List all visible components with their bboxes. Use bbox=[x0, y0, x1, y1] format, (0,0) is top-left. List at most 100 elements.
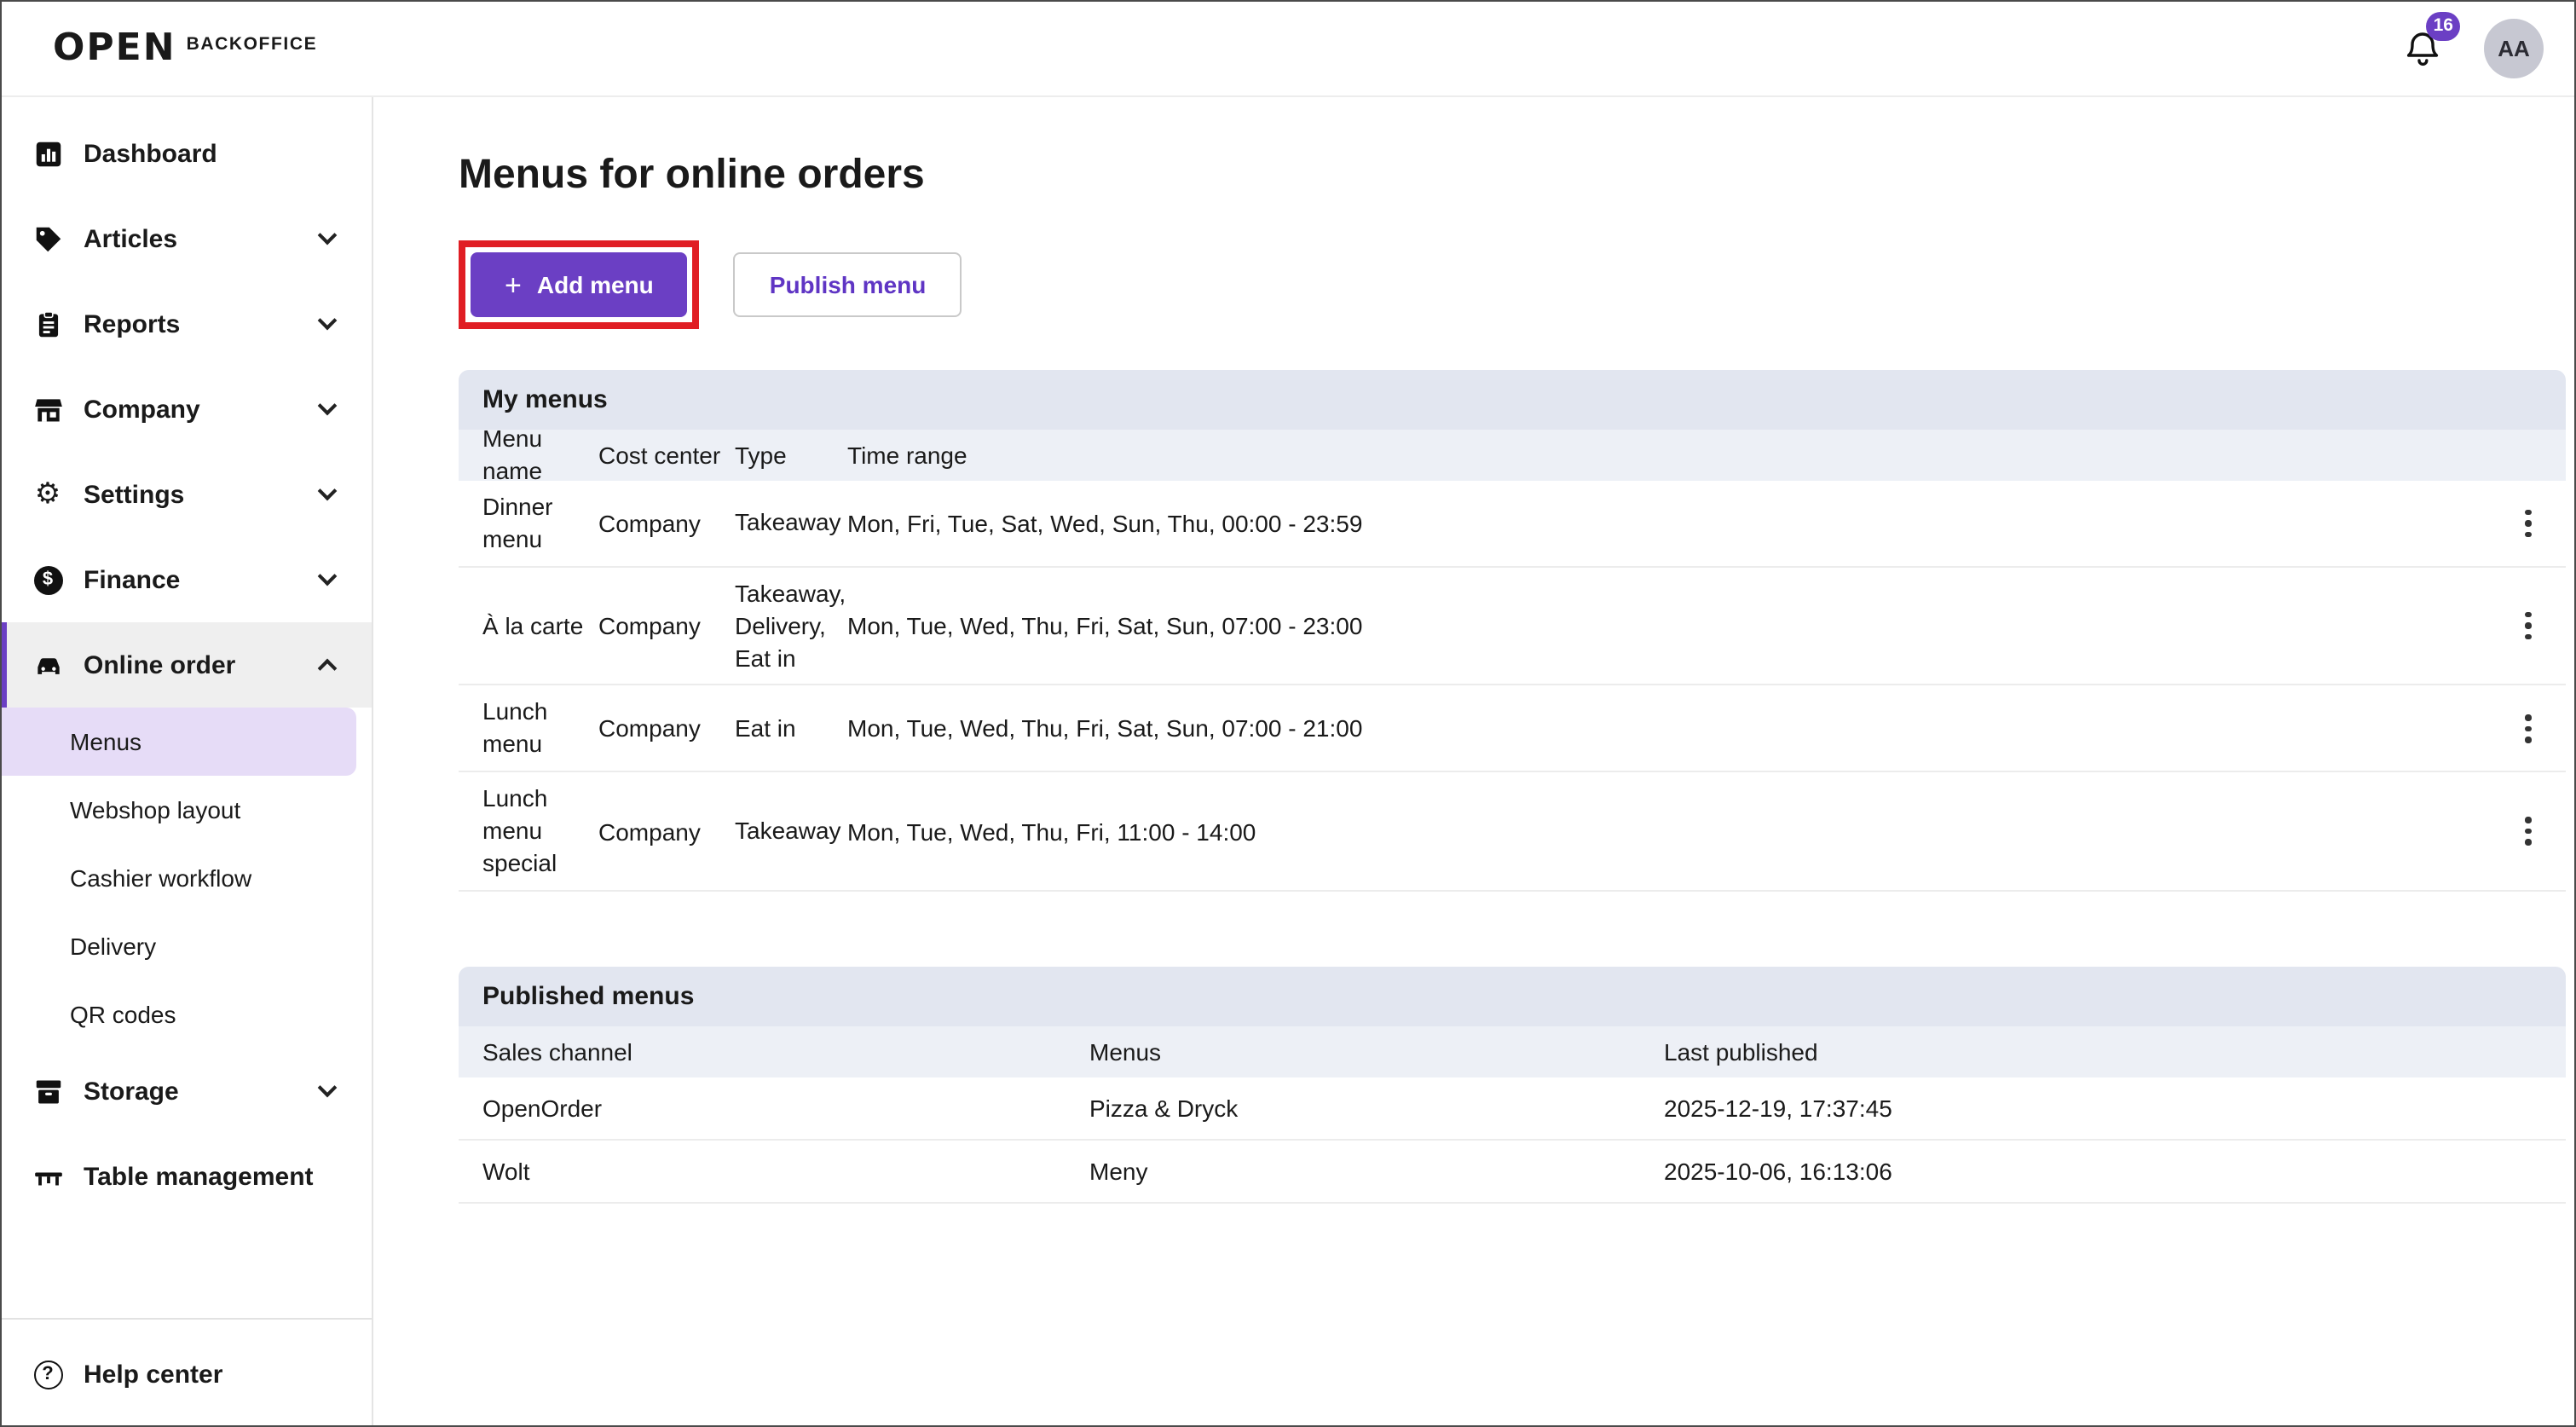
top-bar-actions: 16 AA bbox=[2402, 19, 2544, 78]
sidebar-item-articles[interactable]: Articles bbox=[2, 196, 372, 281]
storefront-icon bbox=[31, 392, 65, 426]
top-bar: OPEN BACKOFFICE 16 AA bbox=[2, 2, 2574, 97]
column-header-menu-name: Menu name bbox=[459, 423, 598, 488]
published-menus-header-row: Sales channel Menus Last published bbox=[459, 1026, 2566, 1077]
cost-center-cell: Company bbox=[598, 715, 735, 742]
chevron-down-icon bbox=[318, 1078, 338, 1098]
table-row: Dinner menu Company Takeaway Mon, Fri, T… bbox=[459, 481, 2566, 568]
app-logo[interactable]: OPEN BACKOFFICE bbox=[53, 27, 317, 70]
subnav-item-label: QR codes bbox=[70, 1001, 176, 1028]
sidebar: Dashboard Articles Reports bbox=[2, 97, 373, 1425]
bell-icon bbox=[2402, 45, 2443, 74]
cost-center-cell: Company bbox=[598, 612, 735, 639]
chevron-up-icon bbox=[318, 659, 338, 679]
row-actions-kebab-icon[interactable] bbox=[2517, 604, 2540, 649]
sidebar-item-qr-codes[interactable]: QR codes bbox=[2, 980, 372, 1049]
time-range-cell: Mon, Tue, Wed, Thu, Fri, Sat, Sun, 07:00… bbox=[847, 715, 2491, 742]
sidebar-item-label: Articles bbox=[84, 224, 177, 253]
row-actions-kebab-icon[interactable] bbox=[2517, 809, 2540, 854]
sidebar-item-company[interactable]: Company bbox=[2, 367, 372, 452]
column-header-menus: Menus bbox=[1089, 1038, 1664, 1066]
table-row: OpenOrder Pizza & Dryck 2025-12-19, 17:3… bbox=[459, 1077, 2566, 1141]
sidebar-item-settings[interactable]: ⚙ Settings bbox=[2, 452, 372, 537]
archive-box-icon bbox=[31, 1074, 65, 1108]
clipboard-icon bbox=[31, 307, 65, 341]
sidebar-item-dashboard[interactable]: Dashboard bbox=[2, 111, 372, 196]
car-icon bbox=[31, 648, 65, 682]
page-title: Menus for online orders bbox=[459, 152, 2562, 199]
subnav-item-label: Delivery bbox=[70, 933, 156, 960]
menu-name-cell: Dinner menu bbox=[459, 491, 598, 556]
type-cell: Takeaway bbox=[735, 815, 847, 847]
add-menu-button[interactable]: + Add menu bbox=[471, 252, 688, 317]
app-root: OPEN BACKOFFICE 16 AA bbox=[0, 0, 2576, 1427]
menus-cell: Meny bbox=[1089, 1158, 1664, 1185]
help-center-label: Help center bbox=[84, 1360, 222, 1389]
publish-menu-button[interactable]: Publish menu bbox=[734, 252, 962, 317]
add-menu-label: Add menu bbox=[537, 271, 654, 298]
column-header-type: Type bbox=[735, 439, 847, 471]
cost-center-cell: Company bbox=[598, 817, 735, 845]
question-mark-icon: ? bbox=[33, 1360, 62, 1389]
row-actions-kebab-icon[interactable] bbox=[2517, 706, 2540, 751]
tag-icon bbox=[31, 222, 65, 256]
chevron-down-icon bbox=[318, 311, 338, 331]
sidebar-item-delivery[interactable]: Delivery bbox=[2, 912, 372, 980]
subnav-item-label: Menus bbox=[70, 728, 142, 755]
sidebar-item-storage[interactable]: Storage bbox=[2, 1049, 372, 1134]
table-row: Lunch menu special Company Takeaway Mon,… bbox=[459, 772, 2566, 891]
sales-channel-cell: OpenOrder bbox=[459, 1095, 1089, 1122]
type-cell: Takeaway, Delivery, Eat in bbox=[735, 578, 847, 674]
page-actions: + Add menu Publish menu bbox=[459, 240, 2562, 329]
column-header-sales-channel: Sales channel bbox=[459, 1038, 1089, 1066]
menu-name-cell: Lunch menu special bbox=[459, 783, 598, 879]
my-menus-card: My menus Menu name Cost center Type Time… bbox=[459, 370, 2566, 892]
type-cell: Takeaway bbox=[735, 507, 847, 540]
sidebar-item-reports[interactable]: Reports bbox=[2, 281, 372, 367]
notifications-button[interactable]: 16 bbox=[2402, 26, 2446, 71]
table-row: Wolt Meny 2025-10-06, 16:13:06 bbox=[459, 1141, 2566, 1204]
last-published-cell: 2025-10-06, 16:13:06 bbox=[1664, 1158, 2566, 1185]
column-header-cost-center: Cost center bbox=[598, 442, 735, 469]
sidebar-item-label: Reports bbox=[84, 309, 180, 338]
column-header-last-published: Last published bbox=[1664, 1038, 2566, 1066]
published-menus-title: Published menus bbox=[459, 967, 2566, 1026]
tutorial-highlight-box: + Add menu bbox=[459, 240, 700, 329]
main-content: Menus for online orders + Add menu Publi… bbox=[373, 97, 2574, 1425]
column-header-time-range: Time range bbox=[847, 442, 2491, 469]
sidebar-item-label: Company bbox=[84, 395, 200, 424]
table-row: Lunch menu Company Eat in Mon, Tue, Wed,… bbox=[459, 686, 2566, 773]
chevron-down-icon bbox=[318, 396, 338, 416]
sidebar-bottom: ? Help center bbox=[2, 1318, 372, 1425]
notification-badge: 16 bbox=[2427, 11, 2460, 40]
sidebar-item-label: Settings bbox=[84, 480, 184, 509]
chevron-down-icon bbox=[318, 567, 338, 586]
plus-icon: + bbox=[505, 270, 522, 299]
sidebar-item-finance[interactable]: $ Finance bbox=[2, 537, 372, 622]
help-center-link[interactable]: ? Help center bbox=[2, 1333, 372, 1415]
subnav-item-label: Cashier workflow bbox=[70, 864, 251, 892]
dollar-icon: $ bbox=[33, 565, 62, 594]
table-icon bbox=[31, 1159, 65, 1193]
sidebar-item-webshop-layout[interactable]: Webshop layout bbox=[2, 776, 372, 844]
body-wrap: Dashboard Articles Reports bbox=[2, 97, 2574, 1425]
sidebar-item-cashier-workflow[interactable]: Cashier workflow bbox=[2, 844, 372, 912]
time-range-cell: Mon, Fri, Tue, Sat, Wed, Sun, Thu, 00:00… bbox=[847, 510, 2491, 537]
menu-name-cell: Lunch menu bbox=[459, 696, 598, 761]
row-actions-kebab-icon[interactable] bbox=[2517, 500, 2540, 546]
sidebar-item-label: Storage bbox=[84, 1077, 179, 1106]
avatar[interactable]: AA bbox=[2484, 19, 2544, 78]
online-order-subnav: Menus Webshop layout Cashier workflow De… bbox=[2, 708, 372, 1049]
sales-channel-cell: Wolt bbox=[459, 1158, 1089, 1185]
logo-wordmark: OPEN bbox=[53, 27, 176, 70]
my-menus-header-row: Menu name Cost center Type Time range bbox=[459, 430, 2566, 481]
sidebar-item-table-management[interactable]: Table management bbox=[2, 1134, 372, 1219]
chevron-down-icon bbox=[318, 482, 338, 501]
time-range-cell: Mon, Tue, Wed, Thu, Fri, Sat, Sun, 07:00… bbox=[847, 612, 2491, 639]
sidebar-item-menus[interactable]: Menus bbox=[2, 708, 356, 776]
sidebar-item-label: Dashboard bbox=[84, 139, 217, 168]
sidebar-item-online-order[interactable]: Online order bbox=[2, 622, 372, 708]
logo-backoffice-label: BACKOFFICE bbox=[187, 33, 318, 54]
menu-name-cell: À la carte bbox=[459, 610, 598, 642]
published-menus-card: Published menus Sales channel Menus Last… bbox=[459, 967, 2566, 1204]
